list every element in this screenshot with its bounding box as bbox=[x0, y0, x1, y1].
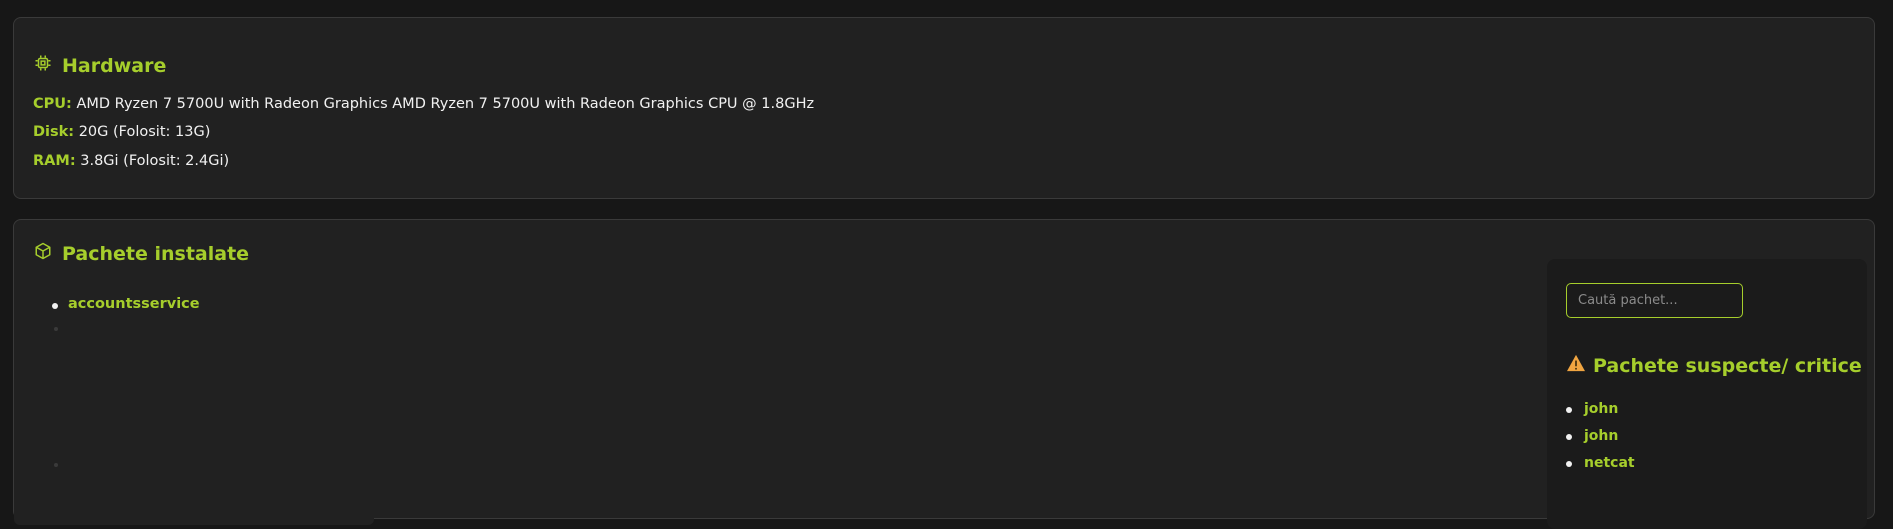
list-item: john bbox=[1566, 428, 1635, 455]
suspect-title: Pachete suspecte/ critice bbox=[1566, 354, 1862, 377]
list-item: netcat bbox=[1566, 455, 1635, 482]
packages-title-text: Pachete instalate bbox=[62, 242, 250, 265]
disk-value: 20G (Folosit: 13G) bbox=[78, 124, 211, 140]
package-icon bbox=[34, 242, 52, 265]
search-input[interactable] bbox=[1566, 283, 1743, 318]
suspect-package-link[interactable]: netcat bbox=[1584, 455, 1635, 471]
cpu-label: CPU: bbox=[33, 96, 72, 112]
packages-title: Pachete instalate bbox=[34, 242, 249, 265]
side-panel: Pachete suspecte/ critice john john netc… bbox=[1547, 259, 1867, 529]
hardware-card: Hardware CPU: AMD Ryzen 7 5700U with Rad… bbox=[13, 17, 1875, 199]
suspect-package-link[interactable]: john bbox=[1584, 428, 1618, 444]
cpu-chip-icon bbox=[34, 54, 52, 77]
ram-value: 3.8Gi (Folosit: 2.4Gi) bbox=[80, 153, 230, 169]
suspect-package-link[interactable]: john bbox=[1584, 401, 1618, 417]
list-item: john bbox=[1566, 401, 1635, 428]
loading-overlay bbox=[14, 315, 374, 525]
suspect-title-text: Pachete suspecte/ critice bbox=[1593, 354, 1862, 377]
disk-label: Disk: bbox=[33, 124, 75, 140]
hardware-title: Hardware bbox=[34, 54, 166, 77]
disk-line: Disk: 20G (Folosit: 13G) bbox=[33, 124, 210, 140]
package-name[interactable]: accountsservice bbox=[68, 296, 200, 312]
hardware-title-text: Hardware bbox=[62, 54, 167, 77]
suspect-list: john john netcat bbox=[1566, 401, 1635, 482]
cpu-value: AMD Ryzen 7 5700U with Radeon Graphics A… bbox=[76, 96, 815, 112]
packages-card: Pachete instalate accountsservice Pachet… bbox=[13, 219, 1875, 529]
faded-bullet bbox=[54, 463, 58, 467]
cpu-line: CPU: AMD Ryzen 7 5700U with Radeon Graph… bbox=[33, 96, 814, 112]
ram-label: RAM: bbox=[33, 153, 76, 169]
warning-icon bbox=[1566, 354, 1586, 377]
ram-line: RAM: 3.8Gi (Folosit: 2.4Gi) bbox=[33, 153, 229, 169]
faded-bullet bbox=[54, 327, 58, 331]
